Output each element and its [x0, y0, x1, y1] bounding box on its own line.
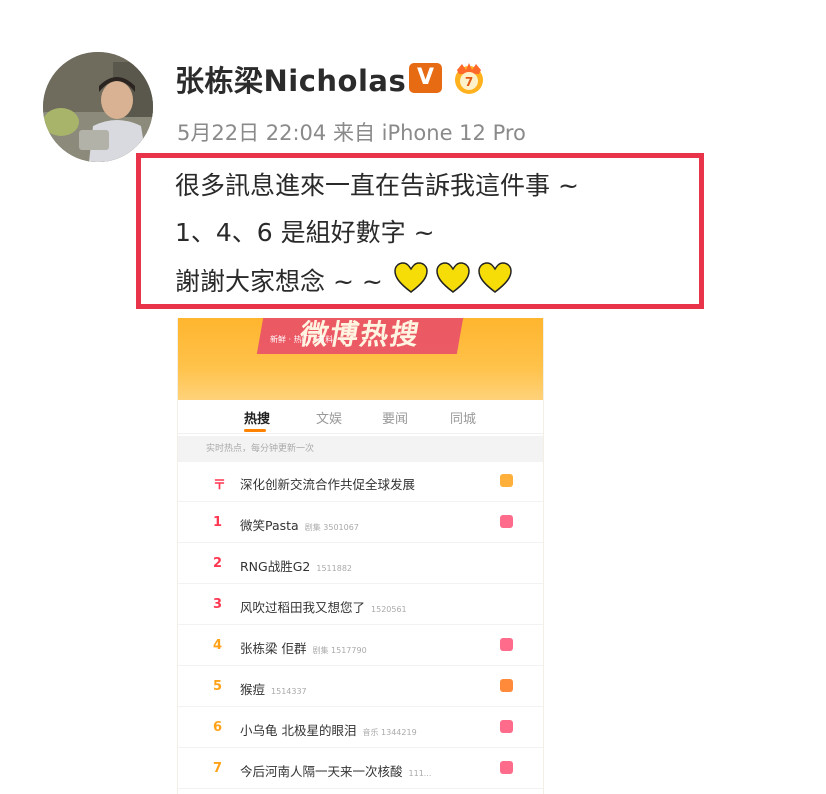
- hot-search-row[interactable]: 7 今后河南人隔一天来一次核酸 111...: [178, 749, 543, 789]
- hot-search-title: 深化创新交流合作共促全球发展: [240, 474, 415, 493]
- hot-search-count: 1511882: [316, 564, 353, 573]
- hot-tag-icon: [500, 515, 513, 528]
- user-avatar[interactable]: [43, 52, 153, 162]
- hot-tag-icon: [500, 720, 513, 733]
- hot-tag-icon: [500, 474, 513, 487]
- hot-search-row[interactable]: 2 RNG战胜G2 1511882: [178, 544, 543, 584]
- post-content-highlight: 很多訊息進來一直在告訴我這件事 ~ 1、4、6 是組好數字 ~ 謝謝大家想念 ~…: [136, 153, 704, 309]
- hot-search-count: 剧集 1517790: [312, 646, 367, 655]
- hot-search-title: 今后河南人隔一天来一次核酸 111...: [240, 761, 431, 780]
- avatar-photo: [43, 52, 153, 162]
- hot-search-title-text: 张栋梁 佢群: [240, 641, 307, 656]
- verified-badge-icon: V: [409, 63, 442, 93]
- crown-badge-icon: 7: [455, 63, 483, 94]
- tab-entertainment[interactable]: 文娱: [316, 408, 342, 427]
- post-meta: 5月22日 22:04 来自 iPhone 12 Pro: [177, 121, 526, 145]
- hot-search-title-text: RNG战胜G2: [240, 559, 311, 574]
- hot-search-row[interactable]: 1 微笑Pasta 剧集 3501067: [178, 503, 543, 543]
- rank-number: 5: [213, 679, 223, 694]
- hot-search-title-text: 深化创新交流合作共促全球发展: [240, 477, 416, 492]
- hot-search-title-text: 微笑Pasta: [240, 518, 299, 533]
- hot-search-title: 微笑Pasta 剧集 3501067: [240, 515, 359, 534]
- hot-search-title-text: 今后河南人隔一天来一次核酸: [240, 764, 403, 779]
- post-line-2: 1、4、6 是組好數字 ~: [175, 218, 435, 247]
- hot-search-tabs: 热搜 文娱 要闻 同城: [178, 400, 543, 434]
- yellow-heart-icon: [478, 262, 512, 293]
- hot-search-title-text: 小乌龟 北极星的眼泪: [240, 723, 357, 738]
- rank-number: 〒: [213, 478, 227, 493]
- hot-search-title: 张栋梁 佢群 剧集 1517790: [240, 638, 367, 657]
- post-line-1: 很多訊息進來一直在告訴我這件事 ~: [175, 171, 579, 200]
- svg-text:7: 7: [465, 75, 473, 89]
- hot-search-title: 风吹过稻田我又想您了 1520561: [240, 597, 407, 616]
- tab-news[interactable]: 要闻: [382, 408, 408, 427]
- rank-number: 2: [213, 556, 223, 571]
- hot-tag-icon: [500, 638, 513, 651]
- hot-search-count: 音乐 1344219: [362, 728, 417, 737]
- rank-number: 1: [213, 515, 223, 530]
- hot-search-count: 1520561: [371, 605, 407, 614]
- tab-local[interactable]: 同城: [450, 408, 476, 427]
- banner-subtitle: 新鲜 · 热门 · 有料: [270, 335, 334, 344]
- rank-number: 6: [213, 720, 223, 735]
- hot-tag-icon: [500, 761, 513, 774]
- hot-search-count: 剧集 3501067: [304, 523, 359, 532]
- yellow-heart-icon: [436, 262, 470, 293]
- rank-number: 7: [213, 761, 223, 776]
- active-tab-indicator: [244, 429, 266, 432]
- rank-number: 4: [213, 638, 223, 653]
- hot-search-row[interactable]: 4 张栋梁 佢群 剧集 1517790: [178, 626, 543, 666]
- hot-search-count: 1514337: [271, 687, 307, 696]
- hot-search-title-text: 风吹过稻田我又想您了: [240, 600, 366, 615]
- hot-search-row[interactable]: 3 风吹过稻田我又想您了 1520561: [178, 585, 543, 625]
- post-line-3: 謝謝大家想念 ~ ~: [175, 262, 513, 298]
- hot-search-banner: 微博热搜 新鲜 · 热门 · 有料: [178, 318, 543, 400]
- hot-search-title-text: 猴痘: [240, 682, 266, 697]
- tab-hot[interactable]: 热搜: [244, 408, 270, 427]
- yellow-heart-icon: [394, 262, 428, 293]
- update-hint: 实时热点，每分钟更新一次: [178, 436, 543, 462]
- hot-search-row[interactable]: 6 小乌龟 北极星的眼泪 音乐 1344219: [178, 708, 543, 748]
- hot-tag-icon: [500, 679, 513, 692]
- hearts-group: [393, 262, 513, 294]
- hot-search-row[interactable]: 〒深化创新交流合作共促全球发展: [178, 462, 543, 502]
- hot-search-count: 111...: [408, 769, 432, 778]
- hot-search-title: 小乌龟 北极星的眼泪 音乐 1344219: [240, 720, 417, 739]
- hot-search-screenshot[interactable]: 微博热搜 新鲜 · 热门 · 有料 热搜 文娱 要闻 同城 实时热点，每分钟更新…: [177, 318, 544, 794]
- username[interactable]: 张栋梁Nicholas: [175, 58, 406, 100]
- post-line-3-text: 謝謝大家想念 ~ ~: [175, 267, 383, 296]
- rank-number: 3: [213, 597, 223, 612]
- hot-search-title: 猴痘 1514337: [240, 679, 307, 698]
- hot-search-title: RNG战胜G2 1511882: [240, 556, 352, 575]
- hot-search-row[interactable]: 5 猴痘 1514337: [178, 667, 543, 707]
